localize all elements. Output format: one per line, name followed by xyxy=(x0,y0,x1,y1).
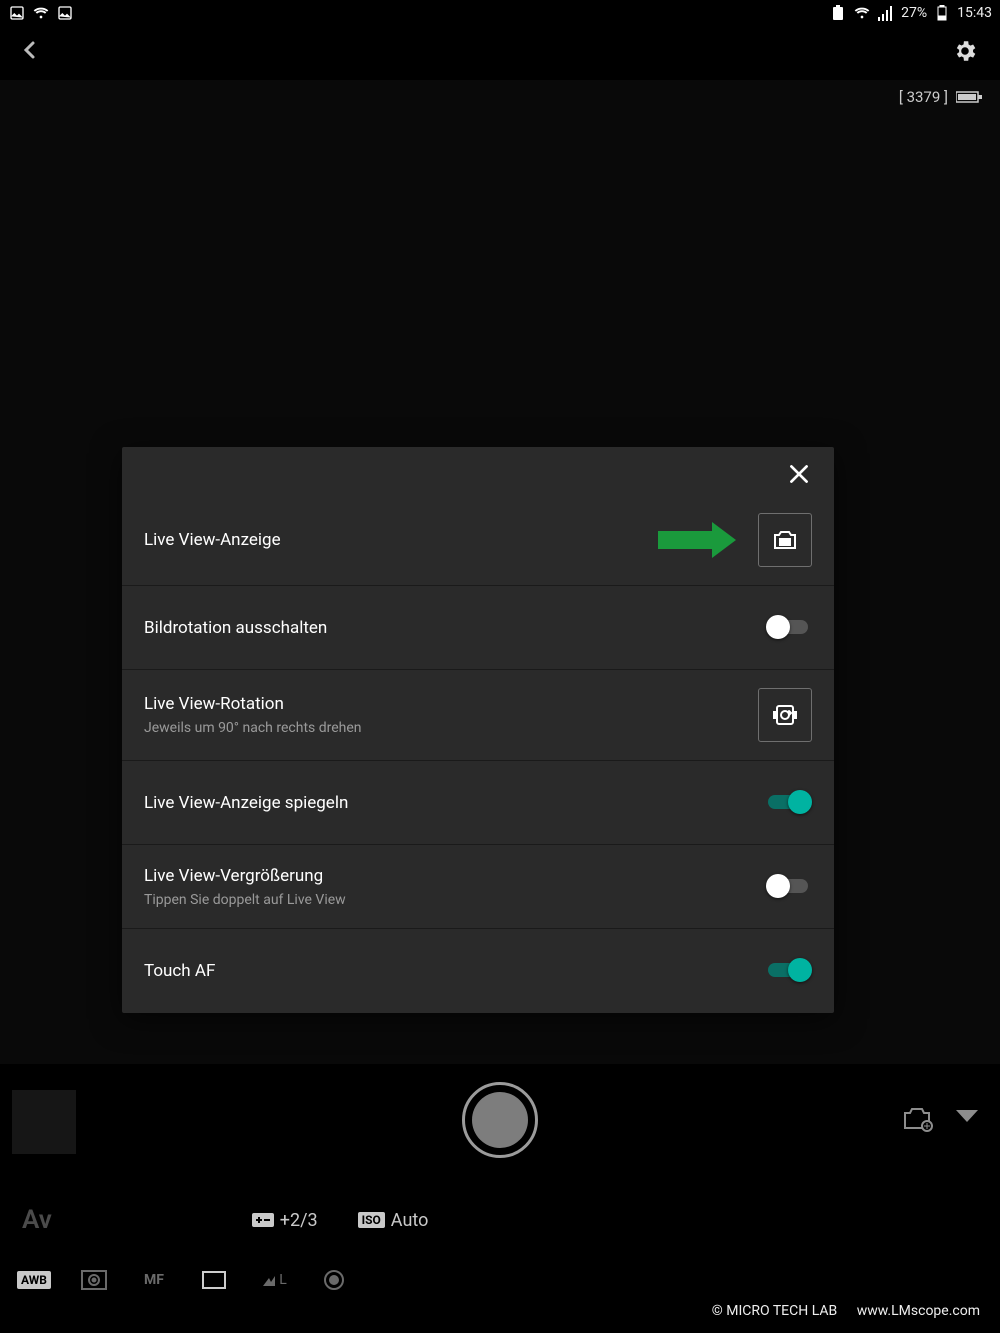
iso-setting[interactable]: ISO Auto xyxy=(358,1210,429,1231)
setting-title: Touch AF xyxy=(144,961,215,981)
drive-mode-button[interactable] xyxy=(198,1267,230,1293)
live-view-settings-modal: Live View-Anzeige Bildrotation ausschalt… xyxy=(122,447,834,1013)
setting-mirror-live-view: Live View-Anzeige spiegeln xyxy=(122,761,834,845)
setting-title: Live View-Rotation xyxy=(144,694,362,714)
image-quality-label: L xyxy=(279,1272,287,1288)
ev-value: +2/3 xyxy=(280,1210,318,1231)
setting-live-view-rotation: Live View-Rotation Jeweils um 90° nach r… xyxy=(122,670,834,761)
setting-live-view-display: Live View-Anzeige xyxy=(122,495,834,586)
watermark-url: www.LMscope.com xyxy=(857,1303,980,1319)
toggle-mirror-live-view[interactable] xyxy=(766,791,812,815)
camera-settings-button[interactable] xyxy=(902,1104,936,1134)
shutter-row xyxy=(0,1064,1000,1190)
app-header xyxy=(0,26,1000,80)
battery-icon xyxy=(933,4,951,22)
iso-value: Auto xyxy=(391,1210,429,1231)
wifi-icon xyxy=(32,4,50,22)
setting-touch-af: Touch AF xyxy=(122,929,834,1013)
ev-icon xyxy=(252,1213,274,1227)
android-status-bar: 27% 15:43 xyxy=(0,0,1000,26)
setting-subtitle: Jeweils um 90° nach rechts drehen xyxy=(144,720,362,736)
back-button[interactable] xyxy=(18,38,48,68)
clock: 15:43 xyxy=(957,5,992,21)
iso-icon: ISO xyxy=(358,1212,385,1228)
setting-title: Live View-Vergrößerung xyxy=(144,866,346,886)
exposure-compensation[interactable]: +2/3 xyxy=(252,1210,318,1231)
annotation-arrow-icon xyxy=(658,525,744,555)
image-quality-button[interactable]: L xyxy=(258,1267,290,1293)
battery-saver-icon xyxy=(829,4,847,22)
white-balance-button[interactable]: AWB xyxy=(18,1267,50,1293)
live-view-layout-button[interactable] xyxy=(758,513,812,567)
setting-title: Live View-Anzeige spiegeln xyxy=(144,793,348,813)
camera-battery-icon xyxy=(956,90,984,104)
shooting-mode[interactable]: Av xyxy=(22,1205,52,1235)
last-photo-thumbnail[interactable] xyxy=(12,1090,76,1154)
signal-icon xyxy=(877,4,895,22)
image-icon xyxy=(56,4,74,22)
rotate-90-button[interactable] xyxy=(758,688,812,742)
modal-header xyxy=(122,447,834,495)
status-left xyxy=(8,4,74,22)
mode-dropdown-button[interactable] xyxy=(956,1110,978,1124)
shutter-button[interactable] xyxy=(462,1082,538,1158)
settings-button[interactable] xyxy=(952,38,982,68)
close-button[interactable] xyxy=(786,461,816,491)
record-mode-button[interactable] xyxy=(318,1267,350,1293)
battery-percent: 27% xyxy=(901,5,927,21)
modes-row: AWB MF L xyxy=(0,1250,1000,1310)
setting-title: Bildrotation ausschalten xyxy=(144,618,327,638)
live-view-preview[interactable]: [ 3379 ] Live View-Anzeige xyxy=(0,80,1000,1064)
focus-mode-button[interactable]: MF xyxy=(138,1267,170,1293)
setting-title: Live View-Anzeige xyxy=(144,530,281,550)
watermark: © MICRO TECH LAB www.LMscope.com xyxy=(712,1303,980,1319)
setting-subtitle: Tippen Sie doppelt auf Live View xyxy=(144,892,346,908)
toggle-touch-af[interactable] xyxy=(766,959,812,983)
shot-counter: [ 3379 ] xyxy=(899,88,984,106)
toggle-live-view-zoom[interactable] xyxy=(766,875,812,899)
metering-mode-button[interactable] xyxy=(78,1267,110,1293)
setting-live-view-zoom: Live View-Vergrößerung Tippen Sie doppel… xyxy=(122,845,834,929)
bottom-controls: Av +2/3 ISO Auto AWB MF L © MICRO xyxy=(0,1064,1000,1333)
status-right: 27% 15:43 xyxy=(829,4,992,22)
shot-counter-value: [ 3379 ] xyxy=(899,88,948,106)
watermark-copyright: © MICRO TECH LAB xyxy=(712,1303,837,1319)
toggle-disable-image-rotation[interactable] xyxy=(766,616,812,640)
exposure-info-row: Av +2/3 ISO Auto xyxy=(0,1190,1000,1250)
wifi-icon xyxy=(853,4,871,22)
setting-disable-image-rotation: Bildrotation ausschalten xyxy=(122,586,834,670)
image-icon xyxy=(8,4,26,22)
